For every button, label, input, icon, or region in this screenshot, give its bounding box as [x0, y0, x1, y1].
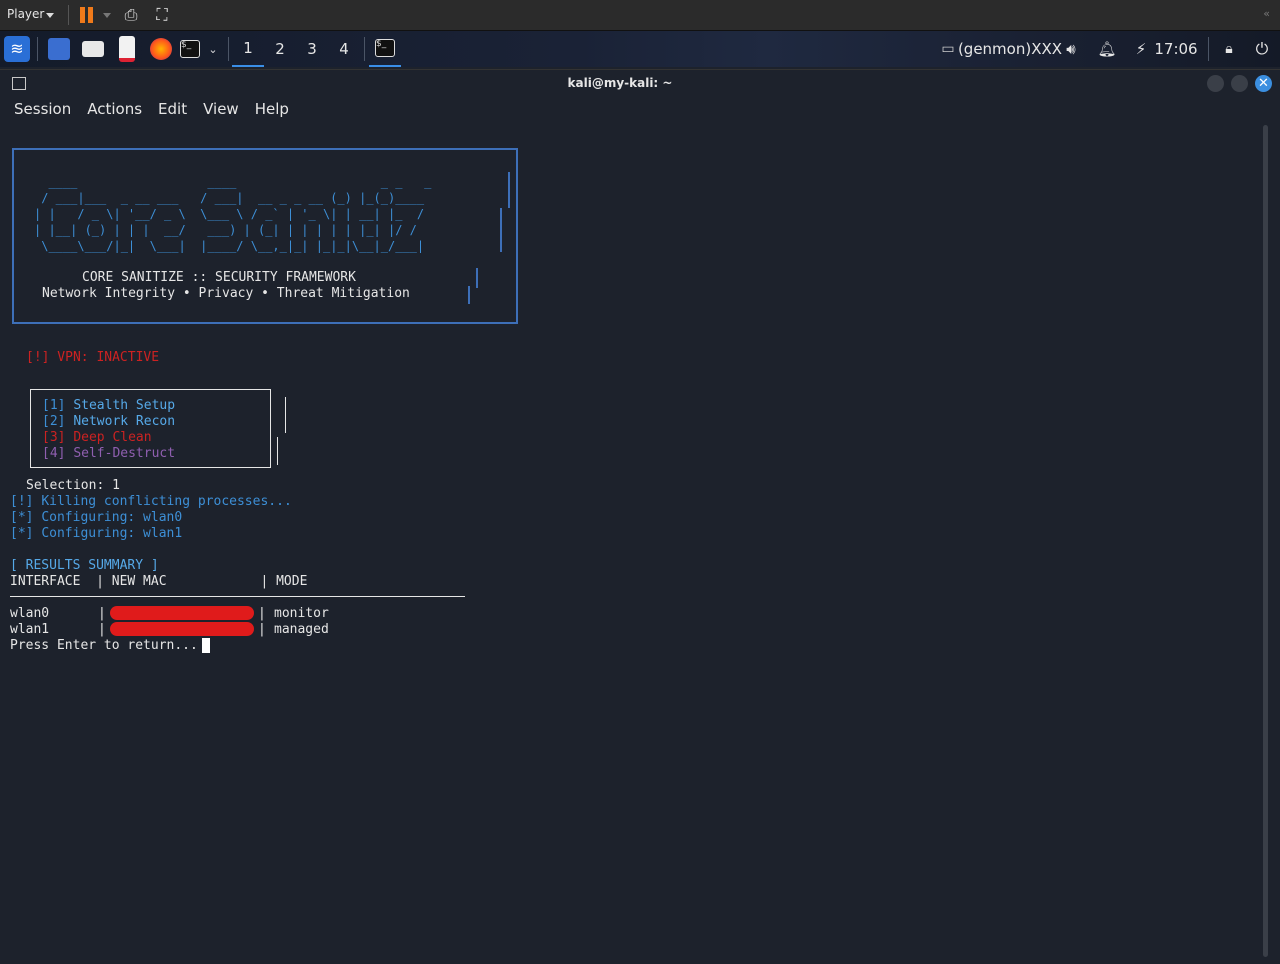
column-separator: | — [258, 606, 266, 621]
text-editor-button[interactable] — [114, 31, 140, 67]
menu-option-network-recon: [2] Network Recon — [42, 414, 176, 429]
menu-option-self-destruct: [4] Self-Destruct — [42, 446, 176, 461]
divider — [1208, 37, 1209, 61]
scrollbar[interactable] — [1263, 125, 1268, 957]
genmon-plugin[interactable]: (genmon)XXX — [958, 31, 1062, 67]
divider — [228, 37, 229, 61]
log-line: [!] Killing conflicting processes... — [10, 494, 292, 509]
player-menu-button[interactable]: Player — [7, 7, 44, 21]
table-row-interface: wlan0 — [10, 606, 50, 621]
chevron-down-icon[interactable] — [46, 13, 54, 18]
kali-menu-button[interactable]: ≋ — [2, 31, 32, 67]
text-cursor — [202, 638, 210, 653]
kali-dragon-icon: ≋ — [4, 36, 30, 62]
divider — [68, 5, 69, 25]
file-manager-button[interactable] — [80, 31, 106, 67]
notifications-bell-icon[interactable]: 🔔︎ — [1096, 31, 1118, 67]
menu-session[interactable]: Session — [6, 100, 79, 120]
lock-icon[interactable]: 🔒︎ — [1218, 31, 1240, 67]
frame-edge — [277, 437, 278, 465]
volume-icon[interactable]: 🔊︎ — [1060, 31, 1082, 67]
workspace-3[interactable]: 3 — [296, 31, 328, 67]
banner-edge — [468, 286, 470, 304]
send-ctrl-alt-del-icon[interactable]: ⎙ — [121, 5, 141, 25]
clock[interactable]: 17:06 — [1154, 31, 1198, 67]
frame-edge — [285, 397, 286, 433]
collapse-icon[interactable]: « — [1263, 7, 1270, 20]
table-divider — [10, 596, 465, 597]
ascii-logo-line: | |__| (_) | | | __/ ___) | (_| | | | | … — [34, 223, 439, 237]
column-separator: | — [98, 622, 106, 637]
menu-view[interactable]: View — [195, 100, 247, 120]
redacted-mac — [110, 606, 254, 620]
close-button[interactable]: ✕ — [1255, 75, 1272, 92]
ascii-logo-line: | | / _ \| '__/ _ \ \___ \ / _` | '_ \| … — [34, 207, 439, 221]
terminal-launcher-button[interactable]: $_ — [178, 31, 202, 67]
menu-edit[interactable]: Edit — [150, 100, 195, 120]
window-titlebar[interactable]: kali@my-kali: ~ ✕ — [0, 70, 1280, 96]
divider — [37, 37, 38, 61]
banner-subtitle: Network Integrity • Privacy • Threat Mit… — [42, 286, 410, 301]
banner-edge — [476, 268, 478, 288]
table-row-mode: managed — [274, 622, 329, 637]
fullscreen-icon[interactable]: ⛶ — [152, 5, 172, 25]
ascii-logo-line: / ___|___ _ __ ___ / ___| __ _ _ __ (_) … — [34, 191, 439, 205]
firefox-button[interactable] — [148, 31, 174, 67]
pause-icon[interactable] — [80, 7, 94, 23]
show-desktop-button[interactable] — [46, 31, 72, 67]
desktop-icon — [48, 38, 70, 60]
terminal-icon: $_ — [375, 39, 395, 57]
banner-edge — [500, 208, 502, 252]
divider — [364, 37, 365, 61]
logout-icon[interactable]: ⏻ — [1250, 31, 1274, 67]
table-row-mode: monitor — [274, 606, 329, 621]
return-prompt: Press Enter to return... — [10, 638, 198, 653]
ascii-logo-line: ____ ____ _ _ _ — [34, 175, 468, 189]
text-editor-icon — [119, 36, 135, 62]
log-line: [*] Configuring: wlan0 — [10, 510, 183, 525]
table-header: INTERFACE | NEW MAC | MODE — [10, 574, 308, 589]
firefox-icon — [150, 38, 172, 60]
column-separator: | — [258, 622, 266, 637]
menu-bar: Session Actions Edit View Help — [6, 100, 297, 120]
minimize-button[interactable] — [1207, 75, 1224, 92]
workspace-2[interactable]: 2 — [264, 31, 296, 67]
banner-title: CORE SANITIZE :: SECURITY FRAMEWORK — [82, 270, 356, 285]
ascii-logo-line: \____\___/|_| \___| |____/ \__,_|_| |_|_… — [34, 239, 439, 253]
log-line: [*] Configuring: wlan1 — [10, 526, 183, 541]
top-panel: ≋ $_ ⌄ 1 2 3 4 $_ ▭ (genmon)XXX 🔊︎ 🔔︎ ⚡ … — [0, 31, 1280, 67]
column-separator: | — [98, 606, 106, 621]
workspace-1[interactable]: 1 — [232, 31, 264, 67]
taskbar-terminal-window[interactable]: $_ — [369, 31, 401, 67]
folder-icon — [82, 41, 104, 57]
terminal-icon: $_ — [180, 40, 200, 58]
chevron-down-icon[interactable] — [103, 13, 111, 18]
table-row-interface: wlan1 — [10, 622, 50, 637]
vpn-status: [!] VPN: INACTIVE — [26, 350, 160, 365]
menu-actions[interactable]: Actions — [79, 100, 150, 120]
banner-edge — [508, 172, 510, 208]
workspace-4[interactable]: 4 — [328, 31, 360, 67]
redacted-mac — [110, 622, 254, 636]
results-title: [ RESULTS SUMMARY ] — [10, 558, 159, 573]
vmware-player-bar: Player ⎙ ⛶ « — [0, 0, 1280, 31]
selection-line: Selection: 1 — [26, 478, 120, 493]
menu-option-deep-clean: [3] Deep Clean — [42, 430, 152, 445]
chevron-down-icon[interactable]: ⌄ — [205, 31, 221, 67]
menu-option-stealth-setup: [1] Stealth Setup — [42, 398, 176, 413]
power-manager-icon[interactable]: ⚡ — [1130, 31, 1152, 67]
menu-help[interactable]: Help — [247, 100, 297, 120]
window-title: kali@my-kali: ~ — [567, 76, 673, 90]
screen-icon[interactable]: ▭ — [938, 31, 958, 67]
maximize-button[interactable] — [1231, 75, 1248, 92]
